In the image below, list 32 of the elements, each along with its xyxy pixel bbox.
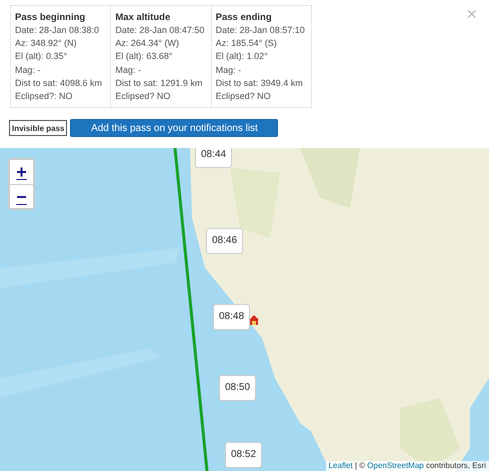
column-heading: Pass ending — [216, 11, 273, 24]
time-label: 08:46 — [206, 228, 244, 254]
time-label: 08:44 — [195, 148, 232, 168]
zoom-out-button[interactable]: − — [10, 184, 33, 208]
pass-detail: Az: 264.34° (W) — [115, 37, 180, 50]
pass-detail: Mag: - — [216, 64, 242, 77]
pass-detail: El (alt): 63.68° — [115, 50, 174, 64]
pass-detail: Eclipsed?: NO — [15, 90, 74, 104]
invisible-pass-button[interactable]: Invisible pass — [9, 120, 68, 136]
pass-detail: Date: 28-Jan 08:47:50 — [115, 24, 206, 37]
attribution-link[interactable]: Leaflet — [328, 461, 353, 470]
pass-detail: Date: 28-Jan 08:38:0 — [15, 24, 100, 37]
map-attribution: Leaflet | © OpenStreetMap contributors, Esri — [326, 461, 489, 471]
pass-detail: Dist to sat: 4098.6 km — [15, 76, 104, 90]
attribution-link[interactable]: OpenStreetMap — [367, 461, 424, 470]
pass-detail: Mag: - — [15, 64, 42, 77]
time-label: 08:52 — [225, 442, 262, 468]
pass-detail: Eclipsed? NO — [216, 90, 272, 104]
pass-detail: El (alt): 0.35° — [15, 50, 68, 64]
pass-detail: El (alt): 1.02° — [216, 50, 269, 64]
pass-detail: Dist to sat: 1291.9 km — [115, 76, 204, 90]
pass-detail: Dist to sat: 3949.4 km — [216, 76, 304, 90]
time-label: 08:50 — [219, 375, 256, 401]
column-heading: Max altitude — [115, 11, 172, 24]
pass-detail: Date: 28-Jan 08:57:10 — [216, 24, 306, 37]
pass-detail: Mag: - — [115, 64, 142, 77]
time-label: 08:48 — [213, 304, 250, 330]
add-notification-button[interactable]: Add this pass on your notifications list — [70, 119, 278, 138]
pass-detail: Eclipsed? NO — [115, 90, 172, 104]
pass-detail: Az: 185.54° (S) — [216, 37, 278, 50]
column-heading: Pass beginning — [15, 11, 86, 24]
pass-detail: Az: 348.92° (N) — [15, 37, 78, 50]
